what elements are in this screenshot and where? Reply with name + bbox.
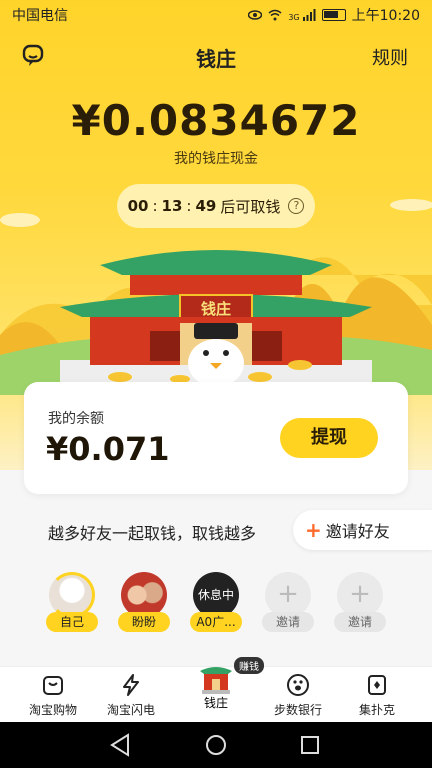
help-icon[interactable]: ? <box>288 198 305 214</box>
eye-icon <box>248 10 263 20</box>
friend-status: 休息中 <box>197 588 234 602</box>
friend-self[interactable]: 自己 <box>42 572 102 636</box>
timer-hours: 00 <box>127 197 149 215</box>
status-bar: 中国电信 3G 上午10:20 <box>0 0 432 30</box>
tab-taobao-flash[interactable]: 淘宝闪电 <box>88 671 174 718</box>
timer-suffix: 后可取钱 <box>220 197 281 216</box>
tab-label: 集扑克 <box>358 703 395 717</box>
invite-slot[interactable]: + 邀请 <box>330 572 390 636</box>
vault-amount-label: 我的钱庄现金 <box>174 151 258 167</box>
signal-label: 3G <box>288 13 300 22</box>
page-title: 钱庄 <box>196 47 236 71</box>
invite-slot[interactable]: + 邀请 <box>258 572 318 636</box>
friend-a0[interactable]: 休息中 A0广... <box>186 572 246 636</box>
battery-icon <box>321 9 346 21</box>
cell-signal-icon <box>302 9 316 21</box>
invite-slot-label: 邀请 <box>334 612 386 632</box>
balance-value: ¥0.071 <box>46 430 170 468</box>
friend-name: 自己 <box>46 612 98 632</box>
invite-friends-button[interactable]: + 邀请好友 <box>293 510 432 550</box>
rules-link[interactable]: 规则 <box>372 44 408 70</box>
friend-name: A0广... <box>190 612 242 632</box>
nav-recent-icon[interactable] <box>301 736 319 754</box>
invite-section: 越多好友一起取钱，取钱越多 + 邀请好友 自己 盼盼 休息中 A0广... + 邀… <box>0 500 432 670</box>
tab-label: 步数银行 <box>273 703 322 717</box>
app-bar: 钱庄 规则 <box>0 36 432 76</box>
balance-card: 我的余额 ¥0.071 提现 <box>24 382 408 494</box>
friend-list: 自己 盼盼 休息中 A0广... + 邀请 + 邀请 <box>0 572 432 642</box>
invite-slot-label: 邀请 <box>262 612 314 632</box>
nav-home-icon[interactable] <box>206 735 226 755</box>
vault-building-icon <box>200 667 232 694</box>
tab-taobao-shopping[interactable]: 淘宝购物 <box>10 671 96 718</box>
withdraw-timer[interactable]: 00 : 13 : 49 后可取钱 ? <box>117 184 315 228</box>
clock: 上午10:20 <box>351 8 420 24</box>
building-sign: 钱庄 <box>201 300 231 318</box>
nav-back-icon[interactable] <box>110 733 129 757</box>
paw-icon <box>287 674 309 696</box>
timer-seconds: 49 <box>195 197 217 215</box>
tab-step-bank[interactable]: 步数银行 <box>255 671 341 718</box>
timer-minutes: 13 <box>161 197 183 215</box>
system-nav-bar <box>0 722 432 768</box>
balance-label: 我的余额 <box>48 411 104 427</box>
tab-label: 钱庄 <box>203 696 228 710</box>
tab-label: 淘宝购物 <box>28 703 77 717</box>
withdraw-button[interactable]: 提现 <box>280 418 378 458</box>
plus-icon: + <box>305 518 322 542</box>
carrier: 中国电信 <box>12 8 68 24</box>
invite-text: 越多好友一起取钱，取钱越多 <box>48 524 257 543</box>
friend-name: 盼盼 <box>118 612 170 632</box>
invite-button-label: 邀请好友 <box>325 522 390 541</box>
friend-panpan[interactable]: 盼盼 <box>114 572 174 636</box>
bottom-tab-bar: 淘宝购物 淘宝闪电 钱庄 赚钱 步数银行 集扑克 <box>0 657 432 722</box>
lightning-icon <box>123 674 139 696</box>
tab-label: 淘宝闪电 <box>106 703 155 717</box>
poker-card-icon <box>368 675 386 695</box>
wifi-icon <box>268 9 282 21</box>
shopping-bag-icon <box>43 676 63 695</box>
vault-amount: ¥0.0834672 <box>71 96 361 145</box>
tab-poker[interactable]: 集扑克 <box>334 671 420 718</box>
